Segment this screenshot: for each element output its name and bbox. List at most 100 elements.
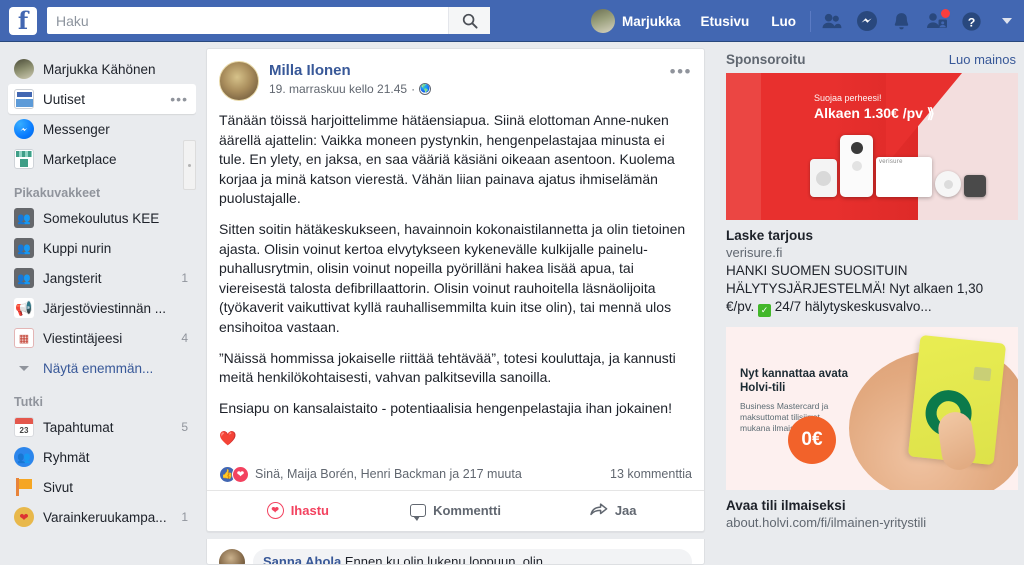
account-dropdown-icon[interactable] (991, 6, 1022, 37)
comment-button-label: Kommentti (433, 502, 501, 518)
ad-url[interactable]: verisure.fi (726, 244, 1014, 261)
ad-cta-label[interactable]: Avaa tili ilmaiseksi (726, 497, 1014, 514)
sidebar-shortcut-viestintajeesi[interactable]: ▦ Viestintäjeesi 4 (8, 323, 196, 353)
sidebar-item-label: Tapahtumat (43, 419, 114, 435)
ad-banner-headline: Nyt kannattaa avata Holvi-tili (740, 367, 849, 394)
top-navigation-bar: f Marjukka Etusivu Luo (0, 0, 1024, 42)
notifications-bell-icon[interactable] (886, 6, 917, 37)
sidebar-item-ryhmat[interactable]: 👥 Ryhmät (8, 442, 196, 472)
post-emoji: ❤️ (219, 430, 237, 447)
sidebar-heading-shortcuts: Pikakuvakkeet (14, 186, 101, 200)
key-fob-icon (964, 175, 986, 197)
sidebar-item-count: 5 (181, 420, 188, 434)
share-button[interactable]: Jaa (534, 496, 692, 525)
sidebar-item-varainkeruukampanjat[interactable]: ❤ Varainkeruukampa... 1 (8, 502, 196, 529)
sidebar-item-label: Marketplace (43, 151, 117, 167)
friends-icon[interactable] (816, 6, 847, 37)
flag-icon (14, 477, 34, 497)
group-icon: 👥 (14, 268, 34, 288)
nav-home-link[interactable]: Etusivu (689, 14, 760, 29)
sidebar-item-marketplace[interactable]: Marketplace (8, 144, 196, 174)
comment-author-name[interactable]: Sanna Ahola (263, 554, 341, 564)
group-icon: 👥 (14, 208, 34, 228)
messenger-icon[interactable] (851, 6, 882, 37)
sidebar-item-label: Messenger (43, 121, 110, 137)
post-header: Milla Ilonen 19. marraskuu kello 21.45 ·… (207, 49, 704, 101)
sidebar-item-messenger[interactable]: Messenger (8, 114, 196, 144)
facebook-logo-icon[interactable]: f (9, 6, 37, 35)
ad-product-group: verisure (810, 135, 986, 197)
reaction-icons[interactable]: 👍 ❤ (219, 465, 249, 483)
smart-plug-icon (810, 159, 837, 197)
share-icon (590, 502, 608, 519)
sponsored-column: Sponsoroitu Luo mainos Suojaa perheesi! … (716, 48, 1024, 529)
svg-text:?: ? (968, 15, 976, 29)
comment-button[interactable]: Kommentti (377, 496, 535, 525)
price-badge: 0€ (788, 415, 836, 464)
sidebar-item-label: Ryhmät (43, 449, 90, 465)
post-timestamp-text: 19. marraskuu kello 21.45 (269, 82, 408, 96)
messenger-icon (14, 119, 34, 139)
sidebar-item-label: Kuppi nurin (43, 240, 112, 256)
sponsored-header: Sponsoroitu Luo mainos (716, 48, 1024, 73)
nav-avatar (590, 9, 615, 33)
sidebar-item-label: Uutiset (43, 91, 86, 107)
post-action-bar: ❤ Ihastu Kommentti Jaa (207, 489, 704, 531)
sidebar-item-count: 1 (181, 271, 188, 285)
nav-create-link[interactable]: Luo (760, 14, 807, 29)
comment-text: Ennen ku olin lukenu loppuun, olin... (344, 553, 554, 565)
sidebar-shortcut-kuppi-nurin[interactable]: 👥 Kuppi nurin (8, 233, 196, 263)
news-feed: Milla Ilonen 19. marraskuu kello 21.45 ·… (206, 48, 705, 565)
sponsored-title: Sponsoroitu (726, 52, 806, 67)
sidebar-item-sivut[interactable]: Sivut (8, 472, 196, 502)
love-button[interactable]: ❤ Ihastu (219, 496, 377, 525)
friend-request-badge (940, 7, 951, 19)
sidebar-show-more-label: Näytä enemmän... (43, 360, 154, 376)
fundraiser-icon: ❤ (14, 507, 34, 527)
love-reaction-icon: ❤ (232, 465, 249, 483)
sidebar-shortcut-somekoulutus[interactable]: 👥 Somekoulutus KEE (8, 203, 196, 233)
sidebar-item-label: Viestintäjeesi (43, 330, 123, 346)
ad-image-holvi[interactable]: Nyt kannattaa avata Holvi-tili Business … (726, 326, 1018, 490)
reaction-names[interactable]: Sinä, Maija Borén, Henri Backman ja 217 … (255, 467, 610, 481)
post-timestamp: 19. marraskuu kello 21.45 · 🌎 (269, 82, 432, 96)
sidebar-item-label: Somekoulutus KEE (43, 210, 160, 226)
page-icon: ▦ (14, 328, 34, 348)
comment-author-avatar[interactable] (219, 548, 245, 564)
search-icon[interactable] (448, 7, 490, 34)
green-check-icon: ✓ (758, 303, 772, 317)
sidebar-item-profile[interactable]: Marjukka Kähönen (8, 54, 196, 84)
help-icon[interactable]: ? (956, 6, 987, 37)
sidebar-scrollbar[interactable] (183, 140, 196, 190)
post-meta: Milla Ilonen 19. marraskuu kello 21.45 ·… (269, 61, 432, 96)
post-author-name[interactable]: Milla Ilonen (269, 62, 431, 80)
ad-url[interactable]: about.holvi.com/fi/ilmainen-yritystili (726, 514, 1014, 530)
news-feed-options-icon[interactable]: ••• (170, 92, 188, 106)
ad-image-verisure[interactable]: Suojaa perheesi! Alkaen 1.30€ /pv ⟫ veri… (726, 73, 1018, 220)
left-sidebar: Marjukka Kähönen Uutiset ••• Messenger M… (0, 42, 196, 529)
friend-requests-icon[interactable] (921, 6, 952, 37)
ad-banner-text: Suojaa perheesi! Alkaen 1.30€ /pv ⟫ (814, 93, 935, 122)
post-paragraph: Tänään töissä harjoittelimme hätäensiapu… (219, 112, 675, 207)
nav-profile-link[interactable]: Marjukka (582, 6, 690, 36)
sidebar-item-label: Jangsterit (43, 270, 102, 286)
search-bar[interactable] (47, 7, 490, 34)
ad-cta-label[interactable]: Laske tarjous (726, 227, 1014, 244)
create-ad-link[interactable]: Luo mainos (949, 52, 1016, 67)
comment-item: Sanna Ahola Ennen ku olin lukenu loppuun… (206, 538, 705, 565)
sidebar-shortcut-jarjestoviestinnan[interactable]: 📢 Järjestöviestinnän ... (8, 293, 196, 323)
sidebar-item-count: 1 (181, 510, 188, 524)
sidebar-item-uutiset[interactable]: Uutiset ••• (8, 84, 196, 114)
post-options-icon[interactable]: ••• (670, 63, 692, 80)
globe-icon[interactable]: 🌎 (419, 83, 432, 95)
sidebar-show-more[interactable]: Näytä enemmän... (8, 353, 196, 383)
post-reaction-summary: 👍 ❤ Sinä, Maija Borén, Henri Backman ja … (207, 458, 704, 490)
sidebar-shortcut-jangsterit[interactable]: 👥 Jangsterit 1 (8, 263, 196, 293)
ad-description: HANKI SUOMEN SUOSITUIN HÄLYTYSJÄRJESTELM… (726, 262, 1014, 317)
ad-text-verisure: Laske tarjous verisure.fi HANKI SUOMEN S… (716, 220, 1024, 317)
sidebar-item-tapahtumat[interactable]: 23 Tapahtumat 5 (8, 412, 196, 442)
ad-text-holvi: Avaa tili ilmaiseksi about.holvi.com/fi/… (716, 490, 1024, 530)
search-input[interactable] (47, 7, 448, 34)
post-author-avatar[interactable] (219, 61, 259, 101)
comment-count-link[interactable]: 13 kommenttia (610, 467, 692, 481)
